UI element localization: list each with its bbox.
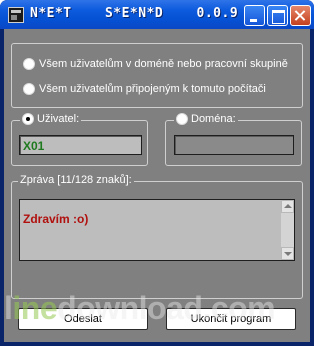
radio-all-connected[interactable]: Všem uživatelům připojeným k tomuto počí… (23, 83, 266, 95)
radio-all-domain-label: Všem uživatelům v doméně nebo pracovní s… (39, 58, 288, 70)
radio-icon (23, 58, 35, 70)
maximize-button[interactable] (267, 5, 288, 26)
recipients-group (11, 43, 303, 108)
window-title: N*E*T S*E*N*D 0.0.9 (30, 6, 239, 21)
message-textarea[interactable]: Zdravím :o) (19, 199, 295, 261)
scroll-up-icon[interactable] (281, 200, 294, 213)
radio-user[interactable]: Uživatel: (20, 113, 82, 125)
minimize-button[interactable] (244, 5, 265, 26)
user-value: X01 (23, 139, 45, 153)
close-icon (291, 6, 310, 25)
message-label: Zpráva [11/128 znaků]: (18, 174, 134, 186)
client-area: Všem uživatelům v doméně nebo pracovní s… (4, 29, 310, 342)
radio-icon (23, 83, 35, 95)
domain-label: Doména: (191, 113, 236, 125)
scroll-down-icon[interactable] (281, 247, 294, 260)
message-text: Zdravím :o) (23, 212, 89, 226)
radio-icon (22, 113, 34, 125)
close-button[interactable] (290, 5, 311, 26)
radio-domain[interactable]: Doména: (174, 113, 238, 125)
quit-button[interactable]: Ukončit program (166, 308, 296, 330)
domain-field[interactable] (174, 135, 294, 155)
user-label: Uživatel: (37, 113, 80, 125)
app-window: N*E*T S*E*N*D 0.0.9 Všem uživatelům v do… (0, 0, 314, 346)
radio-icon (176, 113, 188, 125)
radio-all-domain[interactable]: Všem uživatelům v doméně nebo pracovní s… (23, 58, 288, 70)
message-scrollbar[interactable] (281, 200, 294, 260)
title-bar[interactable]: N*E*T S*E*N*D 0.0.9 (0, 0, 314, 29)
send-button[interactable]: Odeslat (18, 308, 148, 330)
user-field[interactable]: X01 (19, 135, 142, 155)
app-icon (8, 7, 24, 23)
radio-all-connected-label: Všem uživatelům připojeným k tomuto počí… (39, 83, 266, 95)
